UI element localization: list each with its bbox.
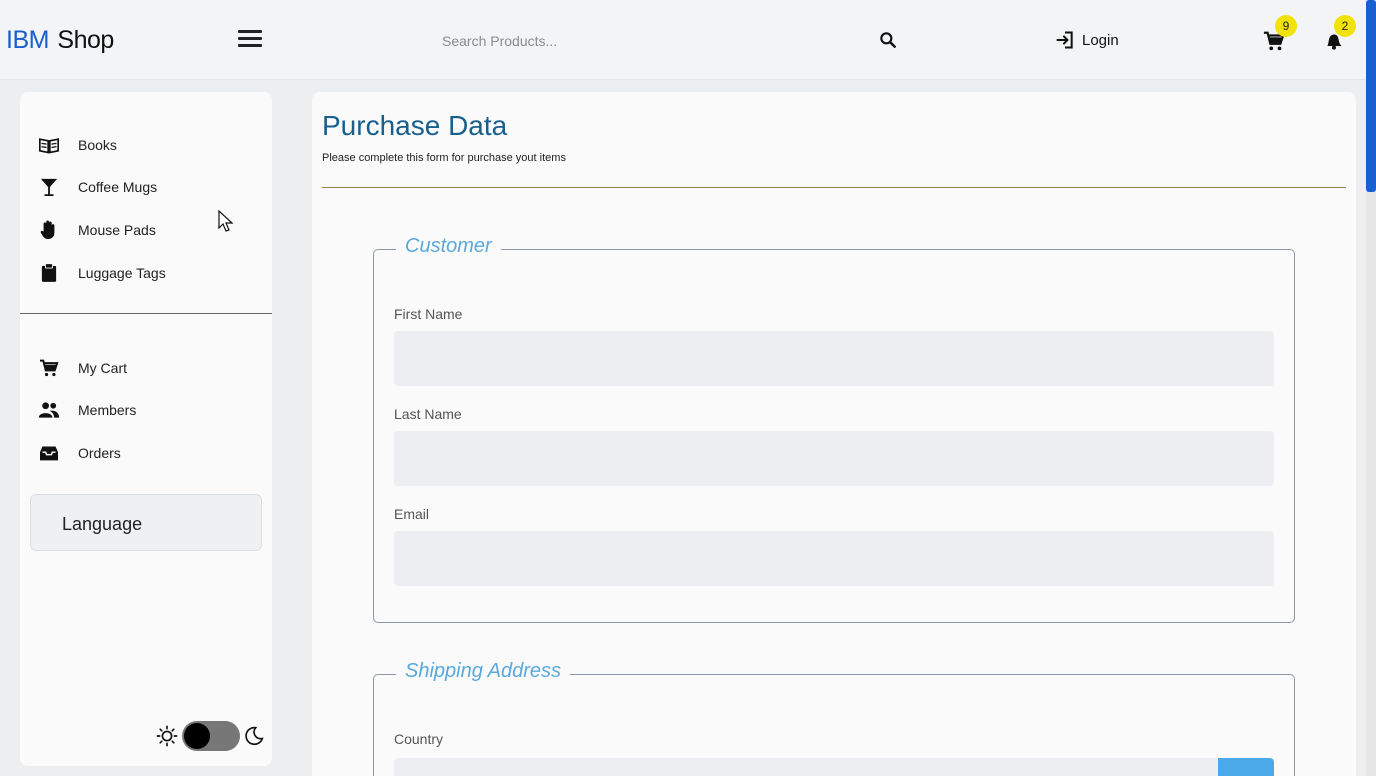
language-selector[interactable]: Language — [30, 494, 262, 551]
toggle-knob — [184, 723, 210, 749]
brand-secondary: Shop — [57, 26, 114, 54]
top-app-bar: IBM Shop Login 9 2 — [0, 0, 1366, 80]
last-name-label: Last Name — [394, 406, 462, 422]
brand-primary: IBM — [6, 26, 49, 54]
page-subtitle: Please complete this form for purchase y… — [322, 152, 566, 164]
hand-icon — [38, 219, 60, 241]
notifications-button[interactable]: 2 — [1324, 15, 1356, 52]
book-icon — [38, 134, 60, 156]
scrollbar-thumb[interactable] — [1366, 0, 1376, 192]
sidebar-item-orders[interactable]: Orders — [38, 440, 121, 466]
language-label: Language — [62, 514, 143, 534]
title-divider — [322, 187, 1346, 188]
login-button[interactable]: Login — [1055, 30, 1119, 50]
sidebar-divider — [20, 313, 272, 314]
clipboard-icon — [38, 262, 60, 284]
page-scrollbar[interactable] — [1366, 0, 1376, 776]
email-label: Email — [394, 506, 430, 522]
dark-mode-toggle[interactable] — [182, 721, 240, 751]
first-name-label: First Name — [394, 306, 463, 322]
sidebar-item-label: Mouse Pads — [78, 222, 156, 238]
brand-logo[interactable]: IBM Shop — [6, 26, 114, 55]
purchase-form-panel: Purchase Data Please complete this form … — [312, 92, 1356, 776]
sidebar-item-mouse-pads[interactable]: Mouse Pads — [38, 217, 156, 243]
sun-icon — [156, 725, 178, 747]
theme-switcher — [156, 721, 264, 751]
shipping-address-section: Shipping Address Country — [373, 660, 1295, 776]
moon-icon — [245, 726, 264, 746]
country-label: Country — [394, 731, 444, 747]
email-field[interactable] — [394, 531, 1274, 586]
customer-section: Customer First Name Last Name Email — [373, 235, 1295, 623]
last-name-field[interactable] — [394, 431, 1274, 486]
login-label: Login — [1082, 31, 1119, 49]
country-dropdown-button[interactable] — [1218, 758, 1274, 776]
first-name-field[interactable] — [394, 331, 1274, 386]
page-title: Purchase Data — [322, 110, 508, 141]
sidebar-item-luggage-tags[interactable]: Luggage Tags — [38, 260, 166, 286]
customer-legend: Customer — [396, 235, 501, 258]
cocktail-icon — [38, 176, 60, 198]
users-icon — [38, 399, 60, 421]
mouse-cursor-icon — [218, 210, 234, 232]
sidebar-item-my-cart[interactable]: My Cart — [38, 355, 127, 381]
search-input[interactable] — [430, 24, 910, 58]
country-select[interactable] — [394, 758, 1218, 776]
hamburger-menu-icon[interactable] — [238, 30, 262, 50]
sidebar-item-books[interactable]: Books — [38, 132, 117, 158]
sidebar-item-label: Books — [78, 137, 117, 153]
notification-count-badge: 2 — [1334, 15, 1356, 37]
sidebar-item-coffee-mugs[interactable]: Coffee Mugs — [38, 174, 157, 200]
shipping-legend: Shipping Address — [396, 660, 571, 683]
sidebar-item-members[interactable]: Members — [38, 397, 136, 423]
sidebar: Books Coffee Mugs Mouse Pads Luggage Tag… — [20, 92, 272, 766]
sidebar-item-label: My Cart — [78, 360, 127, 376]
inbox-icon — [38, 442, 60, 464]
sidebar-item-label: Coffee Mugs — [78, 179, 158, 195]
sidebar-item-label: Members — [78, 402, 137, 418]
login-icon — [1056, 31, 1073, 49]
cart-count-badge: 9 — [1275, 15, 1297, 37]
cart-icon — [38, 357, 60, 379]
cart-button[interactable]: 9 — [1263, 15, 1297, 52]
search-icon[interactable] — [878, 30, 898, 50]
sidebar-item-label: Orders — [78, 445, 121, 461]
sidebar-item-label: Luggage Tags — [78, 265, 166, 281]
